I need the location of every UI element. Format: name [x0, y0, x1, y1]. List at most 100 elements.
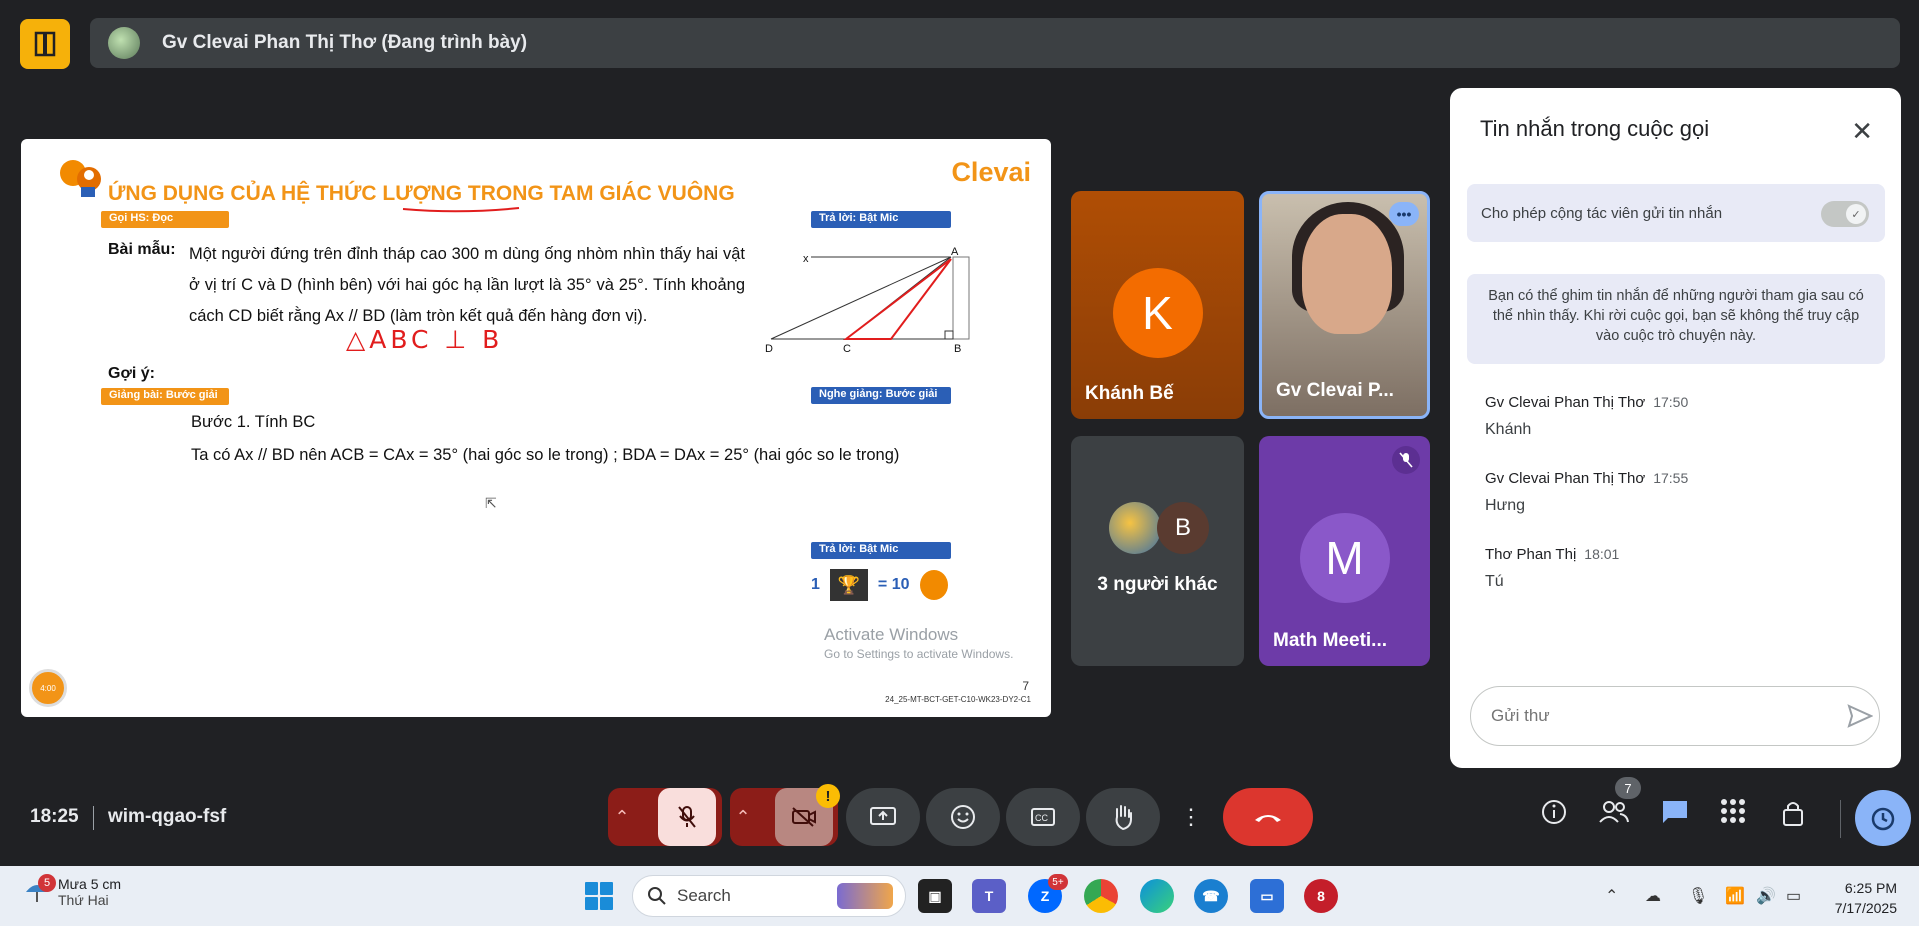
weather-badge: 5: [38, 874, 56, 892]
slide-code: 24_25-MT-BCT-GET-C10-WK23-DY2-C1: [885, 695, 1031, 704]
info-icon[interactable]: [1540, 798, 1568, 826]
battery-icon[interactable]: ▭: [1786, 886, 1801, 906]
taskview-icon[interactable]: ▣: [918, 879, 952, 913]
participant-name: Gv Clevai P...: [1276, 380, 1394, 401]
onedrive-icon[interactable]: ☁: [1645, 886, 1661, 906]
hand-icon: [1115, 805, 1132, 831]
message-sender: Gv Clevai Phan Thị Thơ: [1485, 394, 1646, 411]
diagram-label-b: B: [954, 343, 961, 355]
chrome-icon[interactable]: [1084, 879, 1118, 913]
chevron-up-icon[interactable]: ⌃: [614, 807, 629, 828]
host-controls-icon[interactable]: [1780, 798, 1808, 828]
divider: [1840, 800, 1841, 838]
present-screen-button[interactable]: [846, 788, 920, 846]
door-icon: [34, 31, 56, 57]
people-icon[interactable]: [1598, 798, 1630, 826]
message-time: 17:55: [1653, 470, 1689, 486]
microphone-icon[interactable]: 🎙: [1688, 886, 1708, 906]
chat-message: Gv Clevai Phan Thị Thơ 17:55 Hưng: [1485, 470, 1688, 515]
end-call-icon: [1255, 815, 1281, 822]
allow-messages-toggle[interactable]: ✓: [1821, 201, 1869, 227]
chevron-up-icon[interactable]: ⌃: [735, 807, 750, 828]
zalo-badge: 5+: [1048, 874, 1068, 890]
wifi-icon[interactable]: 📶: [1725, 886, 1745, 906]
diagram-label-c: C: [843, 343, 851, 355]
chat-input[interactable]: [1470, 686, 1880, 746]
taskbar-search[interactable]: Search: [632, 875, 906, 917]
message-text: Tú: [1485, 573, 1504, 590]
mic-off-icon: [1392, 446, 1420, 474]
participant-tile-khanh[interactable]: K Khánh Bế: [1071, 191, 1244, 419]
presenter-banner[interactable]: Gv Clevai Phan Thị Thơ (Đang trình bày): [90, 18, 1900, 68]
avatar: K: [1112, 268, 1203, 358]
chat-title: Tin nhắn trong cuộc gọi: [1480, 116, 1710, 141]
chevron-up-icon[interactable]: ⌃: [1605, 886, 1618, 906]
weather-day: Thứ Hai: [58, 892, 109, 908]
system-time: 6:25 PM: [1844, 880, 1897, 896]
activities-icon[interactable]: [1720, 798, 1746, 824]
send-icon[interactable]: [1847, 704, 1873, 728]
avatar: [1109, 502, 1161, 554]
svg-text:CC: CC: [1035, 813, 1048, 823]
mouse-cursor-icon: ⇱: [485, 495, 497, 511]
message-text: Khánh: [1485, 421, 1532, 438]
close-icon[interactable]: ✕: [1851, 116, 1873, 147]
tag-lecture: Giảng bài: Bước giải: [101, 388, 229, 405]
check-icon: ✓: [1846, 204, 1866, 224]
app-8-icon[interactable]: 8: [1304, 879, 1338, 913]
windows-start-icon[interactable]: [585, 882, 613, 910]
tower-diagram: x A D C B: [765, 246, 970, 355]
meeting-code: wim-qgao-fsf: [108, 806, 227, 827]
system-date: 7/17/2025: [1834, 900, 1897, 916]
stopwatch-icon: 4:00: [29, 669, 67, 707]
reactions-button[interactable]: [926, 788, 1000, 846]
chat-info-box: Bạn có thể ghim tin nhắn để những người …: [1467, 274, 1885, 364]
phone-link-icon[interactable]: ☎: [1194, 879, 1228, 913]
message-sender: Thơ Phan Thị: [1485, 546, 1577, 563]
brand-logo: Clevai: [951, 157, 1031, 187]
leave-call-button[interactable]: [1223, 788, 1313, 846]
activate-windows-watermark: Activate Windows Go to Settings to activ…: [824, 625, 1013, 661]
divider: [93, 806, 94, 830]
captions-icon: CC: [1031, 808, 1055, 826]
edge-icon[interactable]: [1140, 879, 1174, 913]
captions-button[interactable]: CC: [1006, 788, 1080, 846]
squirrel-mascot-icon: [60, 160, 101, 197]
volume-icon[interactable]: 🔊: [1756, 886, 1776, 906]
activate-subtitle: Go to Settings to activate Windows.: [824, 647, 1014, 661]
weather-widget[interactable]: 5 Mưa 5 cm Thứ Hai: [24, 874, 122, 908]
camera-off-icon: [791, 807, 816, 827]
message-time: 18:01: [1584, 546, 1620, 562]
sample-label: Bài mẫu:: [108, 241, 176, 258]
mic-off-icon: [677, 806, 696, 828]
meeting-clock: 18:25: [30, 806, 79, 827]
search-label: Search: [677, 886, 731, 905]
slide-title: ỨNG DỤNG CỦA HỆ THỨC LƯỢNG TRONG TAM GIÁ…: [108, 182, 735, 205]
more-options-icon[interactable]: •••: [1389, 202, 1419, 226]
tag-listen: Nghe giảng: Bước giải: [811, 387, 951, 404]
timer-value: 4:00: [40, 683, 56, 693]
avatar: B: [1157, 502, 1209, 554]
more-options-button[interactable]: ⋮: [1166, 788, 1216, 846]
participant-tile-others[interactable]: B 3 người khác: [1071, 436, 1244, 666]
mic-toggle-button[interactable]: [657, 788, 716, 846]
tag-answer-top: Trả lời: Bật Mic: [811, 211, 951, 228]
weather-condition: Mưa 5 cm: [58, 876, 122, 892]
activate-title: Activate Windows: [824, 625, 959, 644]
participant-tile-math-meeting[interactable]: M Math Meeti...: [1259, 436, 1430, 666]
timer-button[interactable]: [1855, 790, 1911, 846]
teams-icon[interactable]: T: [972, 879, 1006, 913]
presenter-avatar: [108, 27, 140, 59]
system-clock[interactable]: 6:25 PM 7/17/2025: [1835, 878, 1897, 918]
chat-icon[interactable]: [1660, 798, 1690, 826]
participant-tile-teacher[interactable]: ••• Gv Clevai P...: [1259, 191, 1430, 419]
reward-count: 1: [811, 576, 820, 593]
tag-call-student: Gọi HS: Đọc: [101, 211, 229, 228]
presentation-home-button[interactable]: [20, 19, 70, 69]
search-icon: [648, 887, 666, 905]
remote-desktop-icon[interactable]: ▭: [1250, 879, 1284, 913]
equation-line: Ta có Ax // BD nên ACB = CAx = 35° (hai …: [191, 446, 900, 464]
others-count-label: 3 người khác: [1097, 574, 1218, 595]
chat-message: Gv Clevai Phan Thị Thơ 17:50 Khánh: [1485, 394, 1688, 439]
raise-hand-button[interactable]: [1086, 788, 1160, 846]
